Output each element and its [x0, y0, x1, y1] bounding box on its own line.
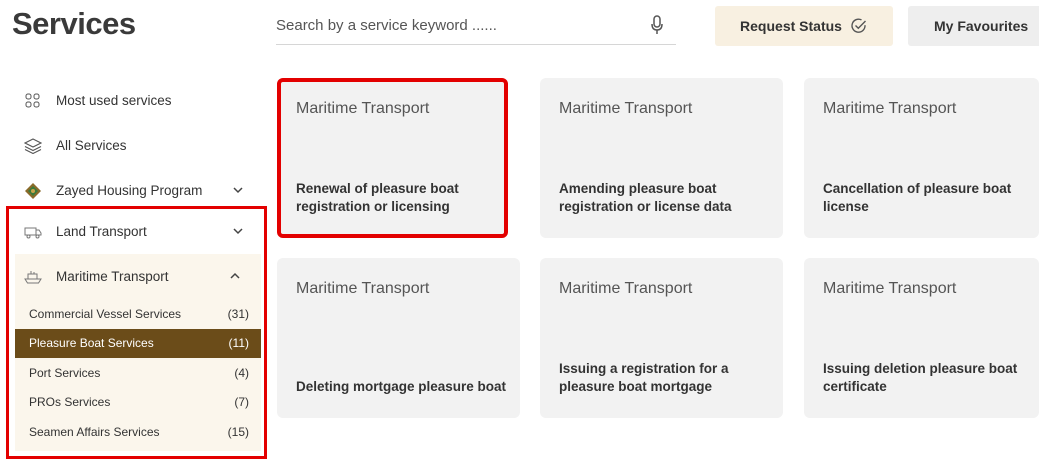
transport-group-highlight: Land Transport Maritime Transport Commer… — [6, 206, 267, 459]
sidebar-item-label: Land Transport — [56, 224, 147, 239]
card-service-name: Issuing a registration for a pleasure bo… — [559, 361, 729, 394]
layers-icon — [24, 137, 42, 155]
sidebar-item-land-transport[interactable]: Land Transport — [9, 209, 264, 254]
card-category: Maritime Transport — [823, 280, 957, 297]
sub-item-pleasure-boat[interactable]: Pleasure Boat Services (11) — [15, 328, 261, 358]
sub-item-count: (11) — [228, 336, 249, 351]
check-circle-icon — [851, 18, 866, 33]
service-card-deleting-mortgage[interactable]: Maritime Transport Deleting mortgage ple… — [277, 258, 520, 418]
card-category: Maritime Transport — [296, 100, 430, 117]
sidebar-item-label: Most used services — [56, 93, 172, 108]
card-service-name: Amending pleasure boat registration or l… — [559, 181, 732, 214]
sidebar-item-all-services[interactable]: All Services — [0, 123, 270, 168]
sub-item-label: PROs Services — [29, 395, 111, 410]
search-input[interactable] — [276, 9, 636, 41]
microphone-icon[interactable] — [650, 15, 664, 35]
service-card-issuing-deletion[interactable]: Maritime Transport Issuing deletion plea… — [804, 258, 1039, 418]
request-status-label: Request Status — [740, 18, 842, 34]
service-card-issuing-registration[interactable]: Maritime Transport Issuing a registratio… — [540, 258, 783, 418]
card-service-name: Cancellation of pleasure boat license — [823, 181, 1012, 214]
card-service-name: Deleting mortgage pleasure boat — [296, 379, 507, 394]
sub-item-seamen-affairs[interactable]: Seamen Affairs Services (15) — [15, 417, 261, 447]
card-category: Maritime Transport — [296, 280, 430, 297]
sidebar-item-label: Zayed Housing Program — [56, 183, 203, 198]
sub-item-port-services[interactable]: Port Services (4) — [15, 358, 261, 388]
sub-item-label: Seamen Affairs Services — [29, 424, 160, 439]
sub-item-label: Commercial Vessel Services — [29, 306, 182, 321]
service-card-cancellation[interactable]: Maritime Transport Cancellation of pleas… — [804, 78, 1039, 238]
service-card-renewal[interactable]: Maritime Transport Renewal of pleasure b… — [277, 78, 508, 238]
chevron-down-icon[interactable] — [232, 184, 244, 196]
card-service-name: Renewal of pleasure boat registration or… — [296, 181, 459, 214]
sub-item-commercial-vessel[interactable]: Commercial Vessel Services (31) — [15, 299, 261, 329]
sub-item-count: (15) — [227, 424, 249, 439]
chevron-up-icon[interactable] — [229, 270, 241, 282]
sub-item-label: Port Services — [29, 365, 101, 380]
card-category: Maritime Transport — [559, 280, 693, 297]
sidebar-item-most-used[interactable]: Most used services — [0, 78, 270, 123]
request-status-button[interactable]: Request Status — [715, 6, 893, 46]
card-category: Maritime Transport — [559, 100, 693, 117]
sidebar-item-label: All Services — [56, 138, 127, 153]
maritime-transport-panel: Maritime Transport Commercial Vessel Ser… — [15, 254, 261, 451]
page-title: Services — [12, 6, 136, 41]
card-service-name: Issuing deletion pleasure boat certifica… — [823, 361, 1018, 394]
card-category: Maritime Transport — [823, 100, 957, 117]
sidebar: Most used services All Services Zayed Ho… — [0, 78, 270, 213]
sub-item-count: (31) — [227, 306, 249, 321]
sidebar-item-maritime-transport[interactable]: Maritime Transport — [15, 254, 261, 299]
truck-icon — [24, 223, 42, 241]
my-favourites-label: My Favourites — [934, 18, 1029, 34]
sub-item-count: (7) — [234, 395, 249, 410]
chevron-down-icon[interactable] — [232, 225, 244, 237]
my-favourites-button[interactable]: My Favourites — [908, 6, 1039, 46]
service-card-amending[interactable]: Maritime Transport Amending pleasure boa… — [540, 78, 783, 238]
sidebar-item-label: Maritime Transport — [56, 269, 169, 284]
emblem-icon — [24, 182, 42, 200]
sub-item-label: Pleasure Boat Services — [29, 336, 154, 351]
sub-item-count: (4) — [234, 365, 249, 380]
sub-item-pros-services[interactable]: PROs Services (7) — [15, 388, 261, 418]
ship-icon — [24, 268, 42, 286]
grid-icon — [24, 92, 42, 110]
search-bar[interactable] — [276, 9, 676, 45]
